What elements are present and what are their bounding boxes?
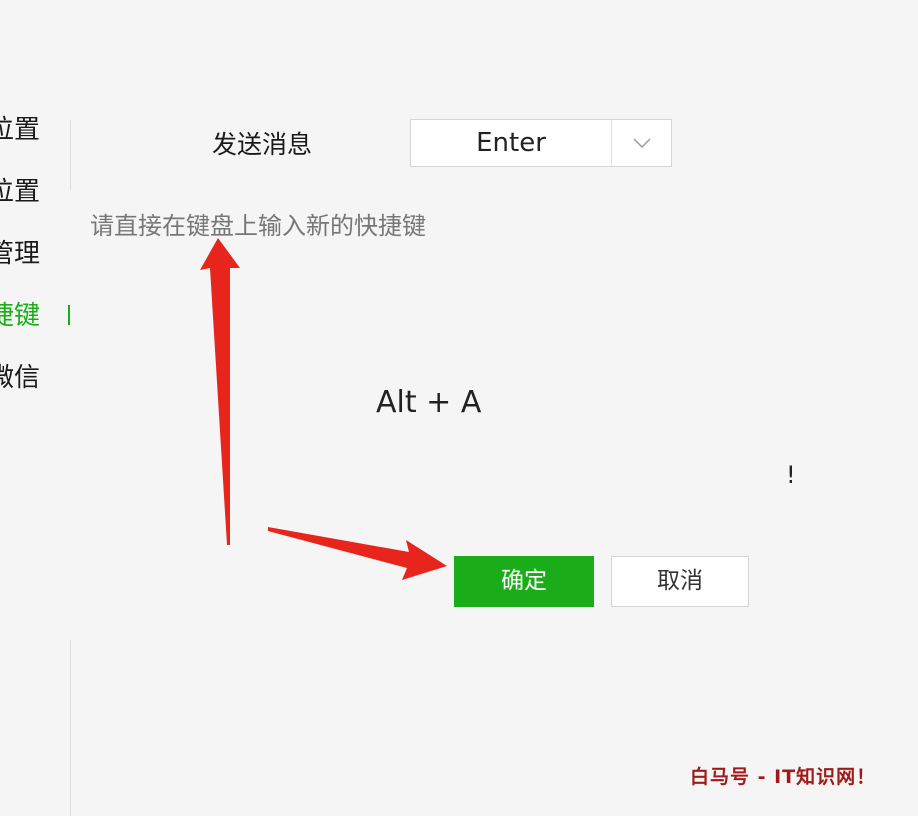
- annotation-arrow-up: [200, 238, 240, 545]
- annotation-arrows: [200, 238, 447, 580]
- watermark-text: 白马号 - IT知识网！: [690, 766, 877, 788]
- annotation-arrow-right: [268, 527, 447, 580]
